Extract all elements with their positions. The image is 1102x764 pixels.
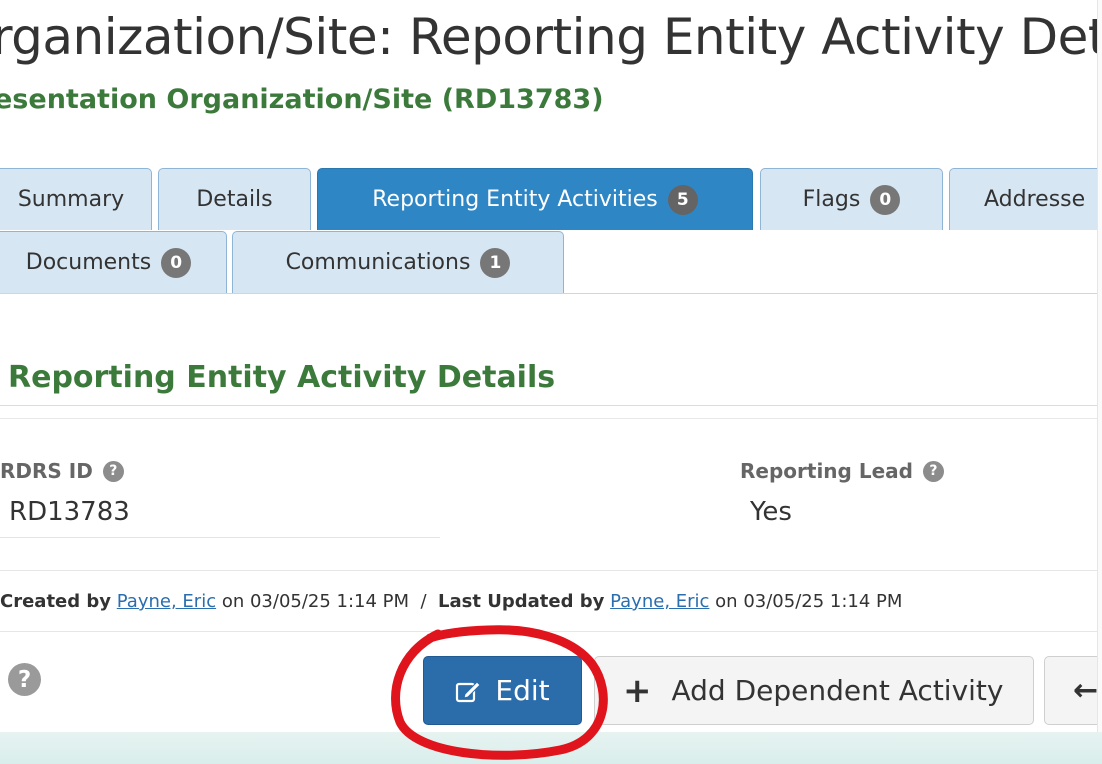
- rdrs-id-value: RD13783: [9, 497, 130, 527]
- tab-divider: [0, 293, 1102, 294]
- tab-reporting-entity-activities[interactable]: Reporting Entity Activities 5: [317, 168, 753, 230]
- page-subtitle: esentation Organization/Site (RD13783): [0, 84, 604, 115]
- count-badge: 1: [480, 247, 511, 278]
- plus-icon: +: [623, 670, 652, 711]
- page: rganization/Site: Reporting Entity Activ…: [0, 0, 1102, 764]
- add-dependent-activity-button[interactable]: + Add Dependent Activity: [594, 656, 1034, 725]
- tab-label: Summary: [17, 187, 125, 212]
- tab-flags[interactable]: Flags 0: [760, 168, 943, 230]
- tab-label: Flags: [802, 187, 861, 212]
- question-circle-icon[interactable]: ?: [8, 663, 41, 696]
- tab-label: Communications: [285, 250, 471, 275]
- reporting-lead-value: Yes: [750, 497, 792, 527]
- tab-label: Details: [196, 187, 273, 212]
- scroll-edge: [1097, 0, 1102, 764]
- tab-summary[interactable]: Summary: [0, 168, 152, 230]
- rdrs-id-label: RDRS ID ?: [0, 459, 124, 483]
- add-label: Add Dependent Activity: [671, 674, 1004, 707]
- tab-label: Documents: [25, 250, 152, 275]
- tab-label: Reporting Entity Activities: [372, 187, 658, 212]
- count-badge: 0: [161, 247, 192, 278]
- tab-details[interactable]: Details: [158, 168, 311, 230]
- reporting-lead-label: Reporting Lead ?: [740, 459, 944, 483]
- field-underline: [0, 537, 440, 538]
- back-button[interactable]: ←: [1044, 656, 1102, 725]
- tab-label: Addresse: [984, 187, 1086, 212]
- created-by-link[interactable]: Payne, Eric: [117, 591, 216, 612]
- question-circle-icon[interactable]: ?: [102, 460, 124, 482]
- annotation-circle: [391, 625, 608, 760]
- arrow-left-icon: ←: [1073, 673, 1099, 708]
- tab-communications[interactable]: Communications 1: [232, 231, 564, 293]
- tab-documents[interactable]: Documents 0: [0, 231, 227, 293]
- section-title: Reporting Entity Activity Details: [8, 360, 556, 395]
- section-divider: [0, 418, 1097, 419]
- tab-addresses[interactable]: Addresse: [949, 168, 1102, 230]
- count-badge: 0: [870, 184, 901, 215]
- section-divider: [0, 405, 1097, 406]
- audit-info: Created by Payne, Eric on 03/05/25 1:14 …: [0, 591, 903, 612]
- count-badge: 5: [667, 184, 698, 215]
- updated-by-link[interactable]: Payne, Eric: [610, 591, 709, 612]
- audit-divider: [0, 570, 1097, 571]
- page-title: rganization/Site: Reporting Entity Activ…: [0, 8, 1102, 66]
- question-circle-icon[interactable]: ?: [922, 460, 944, 482]
